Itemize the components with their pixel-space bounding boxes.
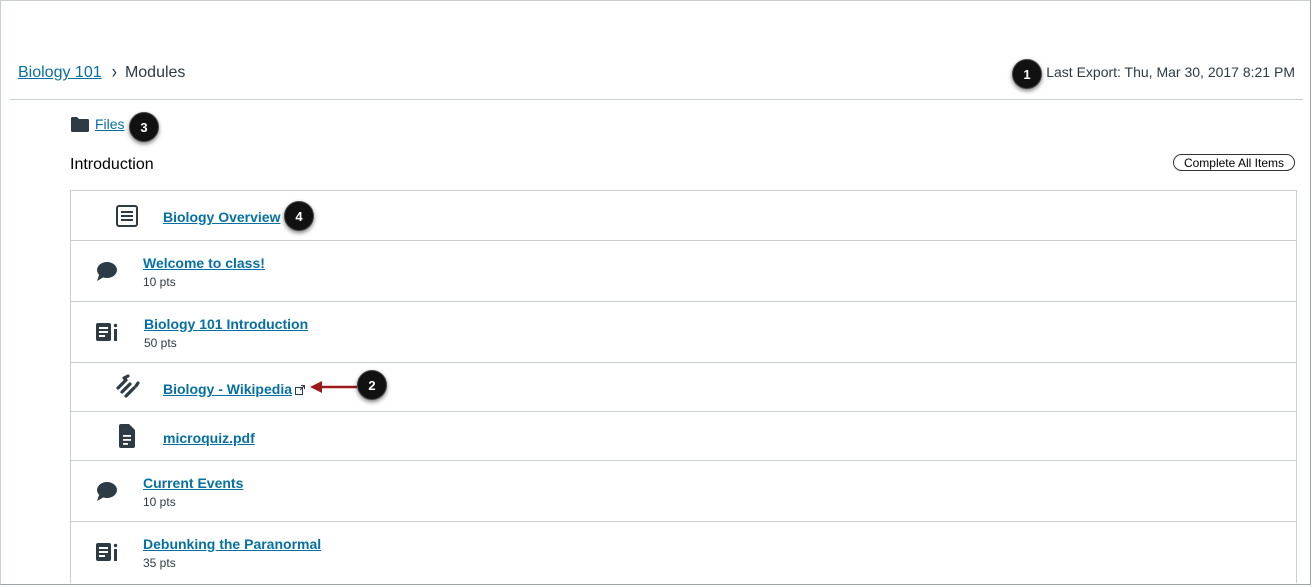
item-points: 35 pts bbox=[143, 556, 176, 570]
list-item[interactable]: microquiz.pdf bbox=[71, 412, 1296, 461]
external-link-icon bbox=[295, 382, 305, 400]
item-title-link[interactable]: Welcome to class! bbox=[143, 255, 265, 271]
chevron-right-icon: › bbox=[111, 62, 117, 83]
callout-marker: 3 bbox=[129, 112, 159, 142]
last-export-timestamp: Last Export: Thu, Mar 30, 2017 8:21 PM bbox=[1046, 64, 1295, 80]
callout-marker: 2 bbox=[357, 370, 387, 400]
list-item[interactable]: Debunking the Paranormal 35 pts bbox=[71, 522, 1296, 583]
list-item[interactable]: Biology 101 Introduction 50 pts bbox=[71, 302, 1296, 363]
module-items-list: Biology Overview Welcome to class! 10 pt… bbox=[70, 190, 1297, 583]
item-points: 10 pts bbox=[143, 495, 176, 509]
item-title-link[interactable]: Biology 101 Introduction bbox=[144, 316, 308, 332]
complete-all-items-button[interactable]: Complete All Items bbox=[1172, 154, 1295, 171]
module-title: Introduction bbox=[70, 156, 154, 173]
document-icon bbox=[113, 422, 141, 450]
breadcrumb: Biology 101 › Modules bbox=[18, 62, 186, 83]
breadcrumb-current: Modules bbox=[124, 64, 186, 81]
page-icon bbox=[113, 202, 141, 230]
discussion-icon bbox=[93, 477, 121, 505]
item-title-link[interactable]: Biology - Wikipedia bbox=[163, 381, 292, 397]
list-item[interactable]: Current Events 10 pts bbox=[71, 461, 1296, 522]
breadcrumb-course-link[interactable]: Biology 101 bbox=[18, 64, 102, 82]
list-item[interactable]: Welcome to class! 10 pts bbox=[71, 241, 1296, 302]
discussion-icon bbox=[93, 257, 121, 285]
item-title-link[interactable]: Biology Overview bbox=[163, 209, 280, 225]
callout-marker: 1 bbox=[1012, 59, 1042, 89]
files-row: Files bbox=[71, 116, 125, 132]
item-points: 50 pts bbox=[144, 336, 177, 350]
item-title-link[interactable]: microquiz.pdf bbox=[163, 430, 255, 446]
item-points: 10 pts bbox=[143, 275, 176, 289]
assignment-icon bbox=[93, 538, 121, 566]
list-item[interactable]: Biology - Wikipedia bbox=[71, 363, 1296, 412]
link-icon bbox=[113, 373, 141, 401]
folder-icon bbox=[71, 116, 89, 132]
item-title-link[interactable]: Current Events bbox=[143, 475, 243, 491]
arrow-left-icon bbox=[310, 381, 357, 393]
item-title-link[interactable]: Debunking the Paranormal bbox=[143, 536, 321, 552]
files-link[interactable]: Files bbox=[95, 116, 125, 132]
callout-marker: 4 bbox=[284, 201, 314, 231]
assignment-icon bbox=[93, 318, 121, 346]
list-item[interactable]: Biology Overview bbox=[71, 191, 1296, 241]
page-header: Biology 101 › Modules Last Export: Thu, … bbox=[10, 56, 1303, 100]
